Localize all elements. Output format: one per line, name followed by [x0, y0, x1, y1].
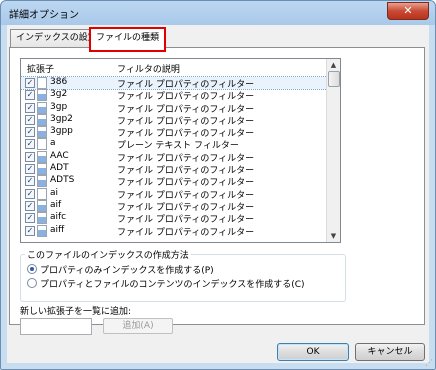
- window-title: 詳細オプション: [9, 10, 79, 21]
- tab-file-types[interactable]: ファイルの種類: [89, 27, 167, 52]
- row-extension: ai: [50, 187, 59, 198]
- row-filter-description: ファイル プロパティのフィルター: [117, 153, 255, 164]
- scroll-up-arrow-icon[interactable]: ▲: [328, 59, 339, 71]
- row-checkbox[interactable]: ✓: [25, 225, 35, 236]
- row-extension: 386: [50, 77, 68, 87]
- row-extension: aifc: [50, 212, 67, 223]
- media-file-icon: [37, 101, 47, 114]
- media-file-icon: [37, 89, 47, 102]
- row-filter-description: ファイル プロパティのフィルター: [117, 166, 255, 177]
- index-method-group: このファイルのインデックスの作成方法 プロパティのみインデックスを作成する(P)…: [20, 248, 346, 302]
- row-checkbox[interactable]: ✓: [25, 200, 35, 211]
- blank-file-icon: [37, 138, 47, 151]
- add-extension-input[interactable]: [20, 318, 92, 335]
- radio-properties-and-content-label: プロパティとファイルのコンテンツのインデックスを作成する(C): [40, 280, 305, 290]
- dialog-client-area: インデックスの設定 ファイルの種類 拡張子 フィルタの説明 ✓ 386 ファイル プ…: [7, 25, 429, 363]
- list-item[interactable]: ✓ a プレーン テキスト フィルター: [21, 138, 327, 152]
- add-button[interactable]: 追加(A): [103, 318, 173, 334]
- row-filter-description: ファイル プロパティのフィルター: [117, 178, 255, 189]
- row-extension: aiff: [50, 224, 65, 235]
- radio-unselected-icon[interactable]: [27, 278, 37, 288]
- row-checkbox[interactable]: ✓: [25, 188, 35, 199]
- media-file-icon: [37, 150, 47, 163]
- title-bar[interactable]: 詳細オプション ✕: [1, 1, 435, 25]
- row-extension: ADT: [50, 163, 69, 174]
- row-extension: 3gp2: [50, 113, 73, 124]
- row-filter-description: ファイル プロパティのフィルター: [117, 202, 255, 213]
- file-types-panel: 拡張子 フィルタの説明 ✓ 386 ファイル プロパティのフィルター ✓ 3g2 ファイル…: [9, 47, 425, 335]
- add-extension-label: 新しい拡張子を一覧に追加:: [20, 307, 132, 317]
- row-extension: 3g2: [50, 89, 68, 100]
- list-item[interactable]: ✓ aifc ファイル プロパティのフィルター: [21, 212, 327, 226]
- row-extension: aif: [50, 199, 62, 210]
- list-rows: ✓ 386 ファイル プロパティのフィルター ✓ 3g2 ファイル プロパティのフィルター…: [21, 75, 328, 238]
- list-item[interactable]: ✓ ADTS ファイル プロパティのフィルター: [21, 175, 327, 189]
- close-button[interactable]: ✕: [387, 2, 429, 20]
- row-extension: a: [50, 138, 56, 149]
- row-filter-description: ファイル プロパティのフィルター: [117, 116, 255, 127]
- row-extension: AAC: [50, 150, 69, 161]
- row-checkbox[interactable]: ✓: [25, 78, 35, 88]
- media-file-icon: [37, 224, 47, 237]
- radio-properties-and-content[interactable]: プロパティとファイルのコンテンツのインデックスを作成する(C): [27, 277, 305, 290]
- list-item[interactable]: ✓ aiff ファイル プロパティのフィルター: [21, 224, 327, 238]
- file-types-list[interactable]: 拡張子 フィルタの説明 ✓ 386 ファイル プロパティのフィルター ✓ 3g2 ファイル…: [20, 58, 341, 243]
- resize-grip-icon[interactable]: ⋰: [425, 359, 433, 367]
- list-item[interactable]: ✓ ADT ファイル プロパティのフィルター: [21, 163, 327, 177]
- blank-file-icon: [37, 187, 47, 200]
- row-filter-description: プレーン テキスト フィルター: [117, 141, 239, 152]
- cancel-button[interactable]: キャンセル: [355, 343, 425, 361]
- media-file-icon: [37, 175, 47, 188]
- row-checkbox[interactable]: ✓: [25, 151, 35, 162]
- radio-properties-only-label: プロパティのみインデックスを作成する(P): [40, 266, 214, 276]
- row-filter-description: ファイル プロパティのフィルター: [117, 215, 255, 226]
- row-filter-description: ファイル プロパティのフィルター: [117, 190, 255, 201]
- list-item[interactable]: ✓ 3gp ファイル プロパティのフィルター: [21, 101, 327, 115]
- row-checkbox[interactable]: ✓: [25, 164, 35, 175]
- row-filter-description: ファイル プロパティのフィルター: [117, 227, 255, 238]
- system-file-icon: [37, 77, 47, 89]
- ok-button[interactable]: OK: [277, 343, 349, 361]
- media-file-icon: [37, 199, 47, 212]
- row-extension: 3gpp: [50, 126, 73, 137]
- scroll-down-arrow-icon[interactable]: ▼: [328, 230, 339, 242]
- row-filter-description: ファイル プロパティのフィルター: [117, 104, 255, 115]
- list-item[interactable]: ✓ 3gp2 ファイル プロパティのフィルター: [21, 113, 327, 127]
- media-file-icon: [37, 113, 47, 126]
- row-filter-description: ファイル プロパティのフィルター: [117, 129, 255, 140]
- radio-selected-icon[interactable]: [27, 264, 37, 274]
- column-header-filter-description[interactable]: フィルタの説明: [117, 62, 180, 75]
- row-checkbox[interactable]: ✓: [25, 176, 35, 187]
- media-file-icon: [37, 163, 47, 176]
- list-item[interactable]: ✓ 3g2 ファイル プロパティのフィルター: [21, 89, 327, 103]
- list-item[interactable]: ✓ ai ファイル プロパティのフィルター: [21, 187, 327, 201]
- list-scrollbar[interactable]: ▲ ▼: [326, 59, 340, 242]
- media-file-icon: [37, 212, 47, 225]
- row-checkbox[interactable]: ✓: [25, 127, 35, 138]
- row-filter-description: ファイル プロパティのフィルター: [117, 80, 255, 90]
- list-item[interactable]: ✓ aif ファイル プロパティのフィルター: [21, 199, 327, 213]
- row-checkbox[interactable]: ✓: [25, 114, 35, 125]
- advanced-options-dialog: 詳細オプション ✕ インデックスの設定 ファイルの種類 拡張子 フィルタの説明 …: [0, 0, 436, 370]
- row-extension: ADTS: [50, 175, 75, 186]
- list-item[interactable]: ✓ AAC ファイル プロパティのフィルター: [21, 150, 327, 164]
- radio-properties-only[interactable]: プロパティのみインデックスを作成する(P): [27, 263, 214, 276]
- row-checkbox[interactable]: ✓: [25, 139, 35, 150]
- scroll-thumb[interactable]: [328, 71, 340, 87]
- row-filter-description: ファイル プロパティのフィルター: [117, 92, 255, 103]
- list-header: 拡張子 フィルタの説明: [21, 59, 340, 77]
- row-checkbox[interactable]: ✓: [25, 90, 35, 101]
- column-header-extension[interactable]: 拡張子: [27, 62, 54, 75]
- media-file-icon: [37, 126, 47, 139]
- index-method-title: このファイルのインデックスの作成方法: [25, 248, 191, 261]
- row-checkbox[interactable]: ✓: [25, 213, 35, 224]
- row-checkbox[interactable]: ✓: [25, 102, 35, 113]
- list-item[interactable]: ✓ 3gpp ファイル プロパティのフィルター: [21, 126, 327, 140]
- row-extension: 3gp: [50, 101, 68, 112]
- list-item[interactable]: ✓ 386 ファイル プロパティのフィルター: [21, 75, 328, 91]
